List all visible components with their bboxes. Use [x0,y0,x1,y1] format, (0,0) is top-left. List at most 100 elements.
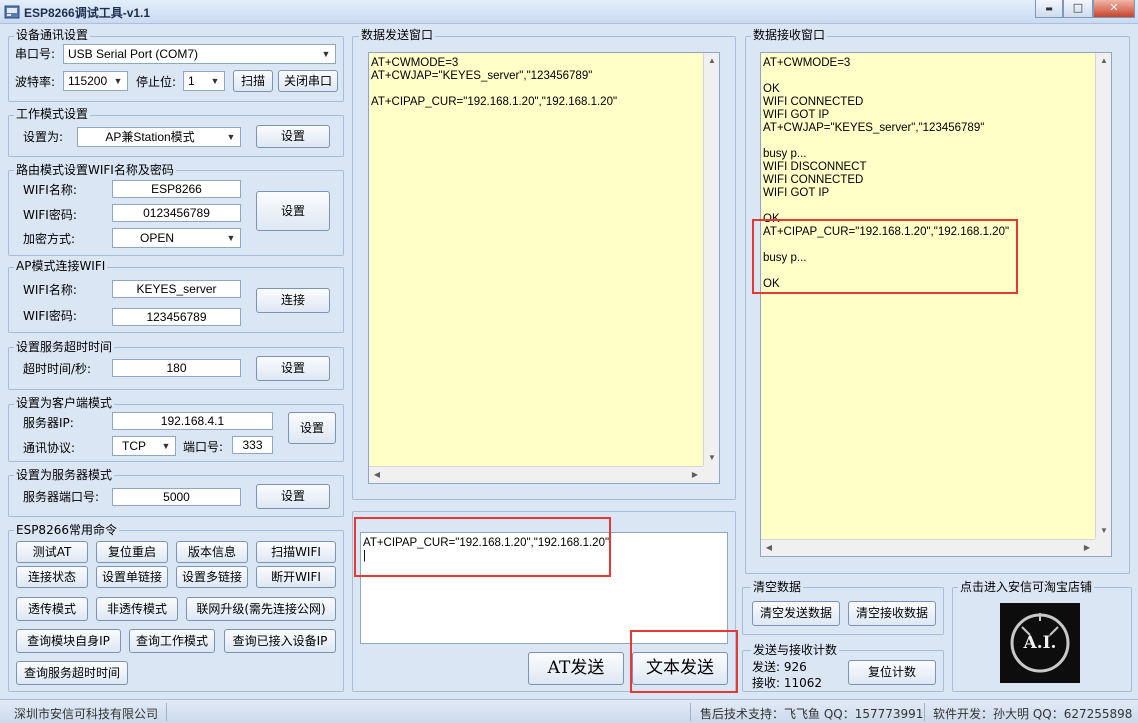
query-devices-button[interactable]: 查询已接入设备IP [224,629,336,653]
chevron-down-icon: ▼ [161,441,171,451]
connect-button[interactable]: 连接 [256,288,330,313]
encryption-value: OPEN [140,231,175,245]
chevron-down-icon: ▼ [113,76,123,86]
minimize-button[interactable]: ▬ [1035,0,1063,18]
send-history-lines: AT+CWMODE=3 AT+CWJAP="KEYES_server","123… [371,57,617,109]
counter-legend: 发送与接收计数 [751,643,840,657]
server-port-field[interactable]: 5000 [112,488,241,506]
text-line [763,70,1009,83]
test-at-button[interactable]: 测试AT [16,541,88,563]
sent-count-row: 发送: 926 [752,659,807,675]
work-mode-select[interactable]: AP兼Station模式 ▼ [77,127,241,147]
stop-bits-label: 停止位: [136,75,177,89]
router-wifi-pwd-label: WIFI密码: [23,208,77,222]
status-separator [924,703,925,721]
baud-select[interactable]: 115200 ▼ [63,71,128,91]
clear-send-button[interactable]: 清空发送数据 [752,601,840,626]
reset-count-button[interactable]: 复位计数 [848,660,936,685]
send-history-textarea[interactable]: AT+CWMODE=3 AT+CWJAP="KEYES_server","123… [368,52,720,484]
work-mode-legend: 工作模式设置 [14,107,91,121]
text-line: AT+CIPAP_CUR="192.168.1.20","192.168.1.2… [371,96,618,108]
company-label: 深圳市安信可科技有限公司 [14,707,159,721]
version-button[interactable]: 版本信息 [176,541,248,563]
timeout-field[interactable]: 180 [112,359,241,377]
server-set-button[interactable]: 设置 [256,484,330,509]
stop-bits-select[interactable]: 1 ▼ [183,71,225,91]
baud-value: 115200 [68,74,108,88]
work-mode-value: AP兼Station模式 [105,130,195,144]
horizontal-scrollbar[interactable]: ◀ ▶ [761,539,1095,556]
online-upgrade-button[interactable]: 联网升级(需先连接公网) [186,597,336,621]
single-link-button[interactable]: 设置单链接 [96,566,168,588]
maximize-button[interactable]: □ [1063,0,1093,18]
query-mode-button[interactable]: 查询工作模式 [129,629,215,653]
send-window-legend: 数据发送窗口 [359,28,436,42]
scroll-left-icon[interactable]: ◀ [369,467,385,483]
recv-value: 11062 [783,676,823,690]
client-set-button[interactable]: 设置 [288,412,336,444]
server-ip-field[interactable]: 192.168.4.1 [112,412,273,430]
text-line: WIFI GOT IP [763,187,830,199]
scan-button[interactable]: 扫描 [233,70,273,92]
scroll-right-icon[interactable]: ▶ [1079,540,1095,556]
transparent-mode-button[interactable]: 透传模式 [16,597,88,621]
query-timeout-button[interactable]: 查询服务超时时间 [16,661,128,685]
router-wifi-pwd-field[interactable]: 0123456789 [112,204,241,222]
status-separator [166,703,167,721]
text-line: AT+CWJAP="KEYES_server","123456789" [763,122,985,134]
text-line: AT+CWMODE=3 [763,57,851,69]
router-wifi-name-field[interactable]: ESP8266 [112,180,241,198]
server-mode-legend: 设置为服务器模式 [14,468,115,482]
protocol-select[interactable]: TCP ▼ [112,436,176,456]
server-port-label: 服务器端口号: [23,490,100,504]
support-label: 售后技术支持：飞飞鱼 QQ：157773991 [700,707,924,721]
query-ip-button[interactable]: 查询模块自身IP [16,629,121,653]
receive-textarea[interactable]: AT+CWMODE=3 OK WIFI CONNECTED WIFI GOT I… [760,52,1112,557]
ap-wifi-name-field[interactable]: KEYES_server [112,280,241,298]
router-wifi-legend: 路由模式设置WIFI名称及密码 [14,163,176,177]
clear-data-legend: 清空数据 [751,580,804,594]
serial-settings-legend: 设备通讯设置 [14,28,91,42]
client-port-field[interactable]: 333 [232,436,273,454]
router-wifi-set-button[interactable]: 设置 [256,191,330,231]
timeout-set-button[interactable]: 设置 [256,356,330,381]
shop-logo-link[interactable]: A.I. [1000,603,1080,683]
scroll-up-icon[interactable]: ▲ [1096,53,1111,69]
text-line [763,200,1009,213]
chevron-down-icon: ▼ [321,49,331,59]
encryption-label: 加密方式: [23,232,76,246]
scroll-up-icon[interactable]: ▲ [704,53,719,69]
disconnect-wifi-button[interactable]: 断开WIFI [256,566,336,588]
at-send-button[interactable]: AT发送 [528,652,624,685]
close-serial-button[interactable]: 关闭串口 [278,70,338,92]
baud-label: 波特率: [15,75,56,89]
multi-link-button[interactable]: 设置多链接 [176,566,248,588]
text-line [371,83,617,96]
port-select[interactable]: USB Serial Port (COM7) ▼ [63,44,336,64]
work-mode-set-button[interactable]: 设置 [256,125,330,148]
work-mode-label: 设置为: [23,130,64,144]
client-mode-legend: 设置为客户端模式 [14,396,115,410]
stop-bits-value: 1 [188,74,195,88]
title-bar[interactable]: ESP8266调试工具-v1.1 ▬ □ ✕ [0,0,1138,24]
text-line: WIFI CONNECTED [763,96,864,108]
connection-status-button[interactable]: 连接状态 [16,566,88,588]
vertical-scrollbar[interactable]: ▲ ▼ [703,53,719,466]
clear-receive-button[interactable]: 清空接收数据 [848,601,936,626]
non-transparent-mode-button[interactable]: 非透传模式 [96,597,178,621]
encryption-select[interactable]: OPEN ▼ [112,228,241,248]
reset-button[interactable]: 复位重启 [96,541,168,563]
vertical-scrollbar[interactable]: ▲ ▼ [1095,53,1111,539]
scroll-left-icon[interactable]: ◀ [761,540,777,556]
scan-wifi-button[interactable]: 扫描WIFI [256,541,336,563]
sent-label: 发送: [752,660,781,674]
text-line: WIFI DISCONNECT [763,161,867,173]
window-title: ESP8266调试工具-v1.1 [24,6,151,20]
scroll-down-icon[interactable]: ▼ [704,450,719,466]
recv-count-row: 接收: 11062 [752,675,822,691]
scroll-down-icon[interactable]: ▼ [1096,523,1111,539]
horizontal-scrollbar[interactable]: ◀ ▶ [369,466,703,483]
scroll-right-icon[interactable]: ▶ [687,467,703,483]
ap-wifi-pwd-field[interactable]: 123456789 [112,308,241,326]
close-window-button[interactable]: ✕ [1093,0,1135,18]
